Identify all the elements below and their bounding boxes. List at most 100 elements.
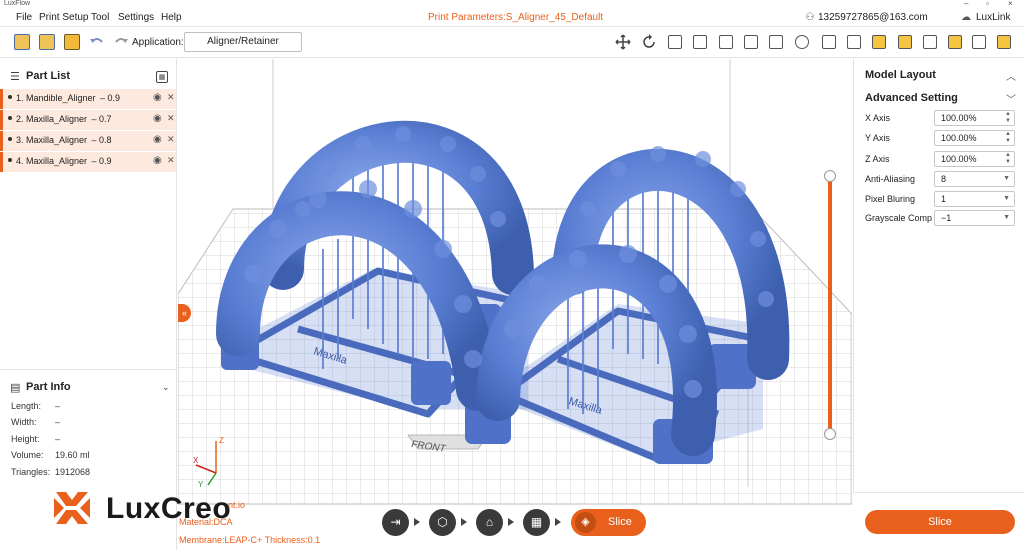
part-list-title: Part List: [26, 70, 71, 82]
anti-aliasing-select[interactable]: 8 ▼: [934, 171, 1015, 187]
menu-settings[interactable]: Settings: [118, 12, 154, 23]
menu-tool[interactable]: Tool: [91, 12, 109, 23]
view-back-icon[interactable]: [898, 35, 912, 49]
add-support-icon[interactable]: [693, 35, 707, 49]
y-axis-label: Y Axis: [865, 133, 890, 143]
arrow-right-icon: [555, 518, 561, 526]
menu-bar: File Print Setup Tool Settings Help Prin…: [0, 9, 1024, 27]
hollow-icon[interactable]: [795, 35, 809, 49]
part-list-item[interactable]: 1. Mandible_Aligner – 0.9 ◉ ✕: [0, 89, 176, 109]
z-axis-label: Z Axis: [865, 154, 890, 164]
part-name: 3. Maxilla_Aligner – 0.8: [16, 135, 112, 145]
support-grid-icon[interactable]: [769, 35, 783, 49]
scale-icon[interactable]: [668, 35, 682, 49]
rotate-icon[interactable]: [641, 34, 657, 50]
arrow-right-icon: [508, 518, 514, 526]
maximize-icon[interactable]: ▫: [986, 0, 989, 8]
undo-icon[interactable]: [89, 34, 105, 50]
z-axis-value: 100.00%: [941, 154, 977, 164]
workflow-orient-button[interactable]: ⬡: [429, 509, 456, 536]
view-top-icon[interactable]: [972, 35, 986, 49]
dropdown-arrow-icon: ▼: [1003, 195, 1010, 202]
view-right-icon[interactable]: [948, 35, 962, 49]
chevron-up-icon[interactable]: ︿: [1006, 68, 1016, 83]
view-home-icon[interactable]: [822, 35, 836, 49]
info-key-width: Width:: [11, 417, 37, 427]
import-multiple-icon[interactable]: [39, 34, 55, 50]
auto-layout-icon[interactable]: [719, 35, 733, 49]
view-bottom-icon[interactable]: [997, 35, 1011, 49]
info-value-height: –: [55, 434, 61, 444]
dropdown-arrow-icon: ▼: [1003, 214, 1010, 221]
part-name: 1. Mandible_Aligner – 0.9: [16, 93, 121, 103]
list-icon: ☰: [10, 71, 20, 83]
workflow-layout-button[interactable]: ▦: [523, 509, 550, 536]
select-all-icon[interactable]: ▦: [156, 71, 168, 83]
remove-icon[interactable]: ✕: [167, 134, 175, 145]
workflow-slice-button[interactable]: ◈ Slice: [571, 509, 646, 536]
menu-print-setup[interactable]: Print Setup: [39, 12, 88, 23]
import-icon[interactable]: [14, 34, 30, 50]
application-select[interactable]: Aligner/Retainer: [184, 32, 302, 52]
bullet-icon: [8, 116, 12, 120]
grayscale-comp-select[interactable]: −1 ▼: [934, 210, 1015, 226]
material-info: Material:DCA: [179, 517, 233, 527]
arrange-icon[interactable]: [744, 35, 758, 49]
minimize-icon[interactable]: –: [964, 0, 968, 8]
scene[interactable]: FRONT Maxilla Maxilla Z X Y: [178, 59, 852, 550]
cloud-icon: ☁: [961, 12, 971, 23]
eye-icon[interactable]: ◉: [153, 155, 162, 166]
y-axis-input[interactable]: 100.00% ▲ ▼: [934, 130, 1015, 146]
user-email[interactable]: 13259727865@163.com: [818, 12, 928, 23]
z-axis-input[interactable]: 100.00% ▲ ▼: [934, 151, 1015, 167]
axis-z-label: Z: [219, 436, 224, 445]
luxlink-button[interactable]: LuxLink: [976, 12, 1010, 23]
redo-icon[interactable]: [113, 34, 129, 50]
info-key-triangles: Triangles:: [11, 467, 51, 477]
info-value-width: –: [55, 417, 61, 427]
layer-slider-top-handle[interactable]: [824, 170, 836, 182]
workflow-support-button[interactable]: ⌂: [476, 509, 503, 536]
remove-icon[interactable]: ✕: [167, 92, 175, 103]
part-name: 2. Maxilla_Aligner – 0.7: [16, 114, 112, 124]
toolbar: Application: Aligner/Retainer: [0, 27, 1024, 58]
info-key-length: Length:: [11, 401, 42, 411]
eye-icon[interactable]: ◉: [153, 134, 162, 145]
x-axis-value: 100.00%: [941, 113, 977, 123]
eye-icon[interactable]: ◉: [153, 92, 162, 103]
chevron-down-icon[interactable]: ⌄: [162, 381, 174, 393]
model-layout-header[interactable]: Model Layout: [865, 69, 936, 81]
layer-slider-track[interactable]: [828, 176, 832, 434]
print-parameters[interactable]: Print Parameters:S_Aligner_45_Default: [428, 12, 603, 23]
spinner-icon[interactable]: ▲ ▼: [1005, 111, 1011, 125]
dropdown-arrow-icon: ▼: [1003, 175, 1010, 182]
menu-file[interactable]: File: [16, 12, 32, 23]
spinner-icon[interactable]: ▲ ▼: [1005, 131, 1011, 145]
application-label: Application:: [132, 37, 184, 48]
part-list-item[interactable]: 4. Maxilla_Aligner – 0.9 ◉ ✕: [0, 152, 176, 172]
pixel-bluring-select[interactable]: 1 ▼: [934, 191, 1015, 207]
view-front-icon[interactable]: [872, 35, 886, 49]
remove-icon[interactable]: ✕: [167, 155, 175, 166]
menu-help[interactable]: Help: [161, 12, 182, 23]
grayscale-comp-value: −1: [941, 213, 952, 223]
close-window-icon[interactable]: ×: [1008, 0, 1013, 8]
x-axis-input[interactable]: 100.00% ▲ ▼: [934, 110, 1015, 126]
arrow-right-icon: [414, 518, 420, 526]
save-icon[interactable]: [64, 34, 80, 50]
3d-viewport[interactable]: FRONT Maxilla Maxilla Z X Y: [178, 59, 852, 550]
chevron-down-icon[interactable]: ﹀: [1006, 91, 1016, 106]
axis-x-label: X: [193, 456, 199, 465]
remove-icon[interactable]: ✕: [167, 113, 175, 124]
spinner-icon[interactable]: ▲ ▼: [1005, 152, 1011, 166]
eye-icon[interactable]: ◉: [153, 113, 162, 124]
slice-button[interactable]: Slice: [865, 510, 1015, 534]
advanced-setting-header[interactable]: Advanced Setting: [865, 92, 958, 104]
layer-slider-bottom-handle[interactable]: [824, 428, 836, 440]
view-iso-icon[interactable]: [847, 35, 861, 49]
move-icon[interactable]: [615, 34, 631, 50]
part-list-item[interactable]: 2. Maxilla_Aligner – 0.7 ◉ ✕: [0, 110, 176, 130]
workflow-import-button[interactable]: ⇥: [382, 509, 409, 536]
view-left-icon[interactable]: [923, 35, 937, 49]
part-list-item[interactable]: 3. Maxilla_Aligner – 0.8 ◉ ✕: [0, 131, 176, 151]
